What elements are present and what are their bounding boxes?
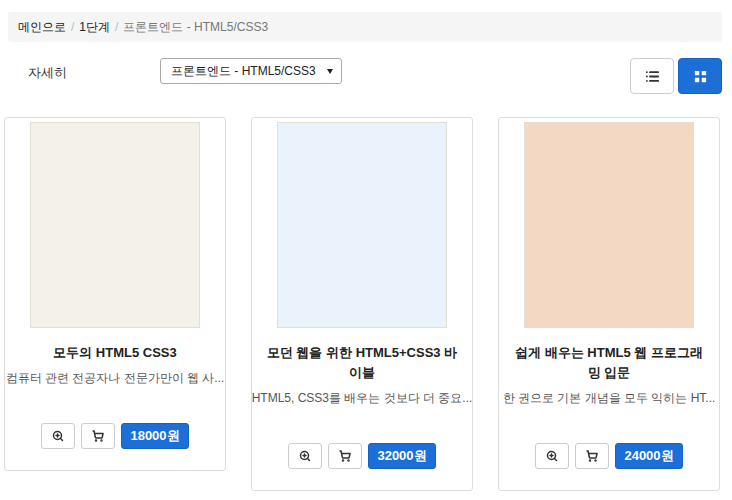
- book-cover[interactable]: [30, 122, 200, 328]
- product-card: 쉽게 배우는 HTML5 웹 프로그래밍 입문한 권으로 기본 개념을 모두 익…: [498, 117, 720, 491]
- view-toggle: [630, 58, 722, 94]
- cart-icon: [92, 430, 104, 442]
- zoom-icon: [52, 430, 64, 442]
- product-card: 모던 웹을 위한 HTML5+CSS3 바이블 HTML5, CSS3를 배우는 …: [251, 117, 473, 491]
- product-card: 모두의 HTML5 CSS3 컴퓨터 관련 전공자나 전문가만이 웹 사... 18…: [4, 117, 226, 471]
- product-actions: 24000원: [535, 443, 682, 469]
- page: 메인으로/1단계/프론트엔드 - HTML5/CSS3자세히프론트엔드 - HT…: [0, 0, 732, 491]
- product-actions: 32000원: [288, 443, 435, 469]
- product-title: 모두의 HTML5 CSS3: [45, 343, 185, 363]
- product-actions: 18000원: [41, 423, 188, 449]
- toolbar: 자세히프론트엔드 - HTML5/CSS3: [4, 58, 722, 94]
- zoom-icon: [299, 450, 311, 462]
- breadcrumb-item[interactable]: 1단계: [79, 19, 110, 36]
- detail-label: 자세히: [28, 58, 160, 82]
- product-title: 모던 웹을 위한 HTML5+CSS3 바이블: [256, 343, 468, 383]
- cart-icon: [586, 450, 598, 462]
- zoom-button[interactable]: [535, 443, 569, 469]
- cart-icon: [339, 450, 351, 462]
- grid-view-button[interactable]: [678, 58, 722, 94]
- cart-button[interactable]: [575, 443, 609, 469]
- product-grid: 모두의 HTML5 CSS3 컴퓨터 관련 전공자나 전문가만이 웹 사... 18…: [4, 117, 722, 491]
- caret-icon: [327, 69, 333, 74]
- price-button[interactable]: 24000원: [615, 443, 682, 469]
- breadcrumb-item[interactable]: 메인으로: [18, 19, 66, 36]
- price-button[interactable]: 18000원: [121, 423, 188, 449]
- zoom-button[interactable]: [41, 423, 75, 449]
- list-icon: [645, 69, 660, 84]
- product-description: HTML5, CSS3를 배우는 것보다 더 중요...: [252, 389, 473, 407]
- price-button[interactable]: 32000원: [368, 443, 435, 469]
- zoom-icon: [546, 450, 558, 462]
- zoom-button[interactable]: [288, 443, 322, 469]
- book-cover[interactable]: [277, 122, 447, 328]
- cart-button[interactable]: [328, 443, 362, 469]
- breadcrumb-separator: /: [71, 20, 74, 34]
- breadcrumb: 메인으로 / 1단계 / 프론트엔드 - HTML5/CSS3: [8, 12, 722, 42]
- product-title: 쉽게 배우는 HTML5 웹 프로그래밍 입문: [503, 343, 715, 383]
- breadcrumb-item: 프론트엔드 - HTML5/CSS3: [123, 19, 268, 36]
- book-cover[interactable]: [524, 122, 694, 328]
- grid-icon: [693, 69, 708, 84]
- product-description: 한 권으로 기본 개념을 모두 익히는 HT...: [503, 389, 716, 407]
- list-view-button[interactable]: [630, 58, 674, 94]
- cart-button[interactable]: [81, 423, 115, 449]
- breadcrumb-separator: /: [115, 20, 118, 34]
- product-description: 컴퓨터 관련 전공자나 전문가만이 웹 사...: [6, 369, 225, 387]
- category-select[interactable]: 프론트엔드 - HTML5/CSS3: [160, 58, 342, 84]
